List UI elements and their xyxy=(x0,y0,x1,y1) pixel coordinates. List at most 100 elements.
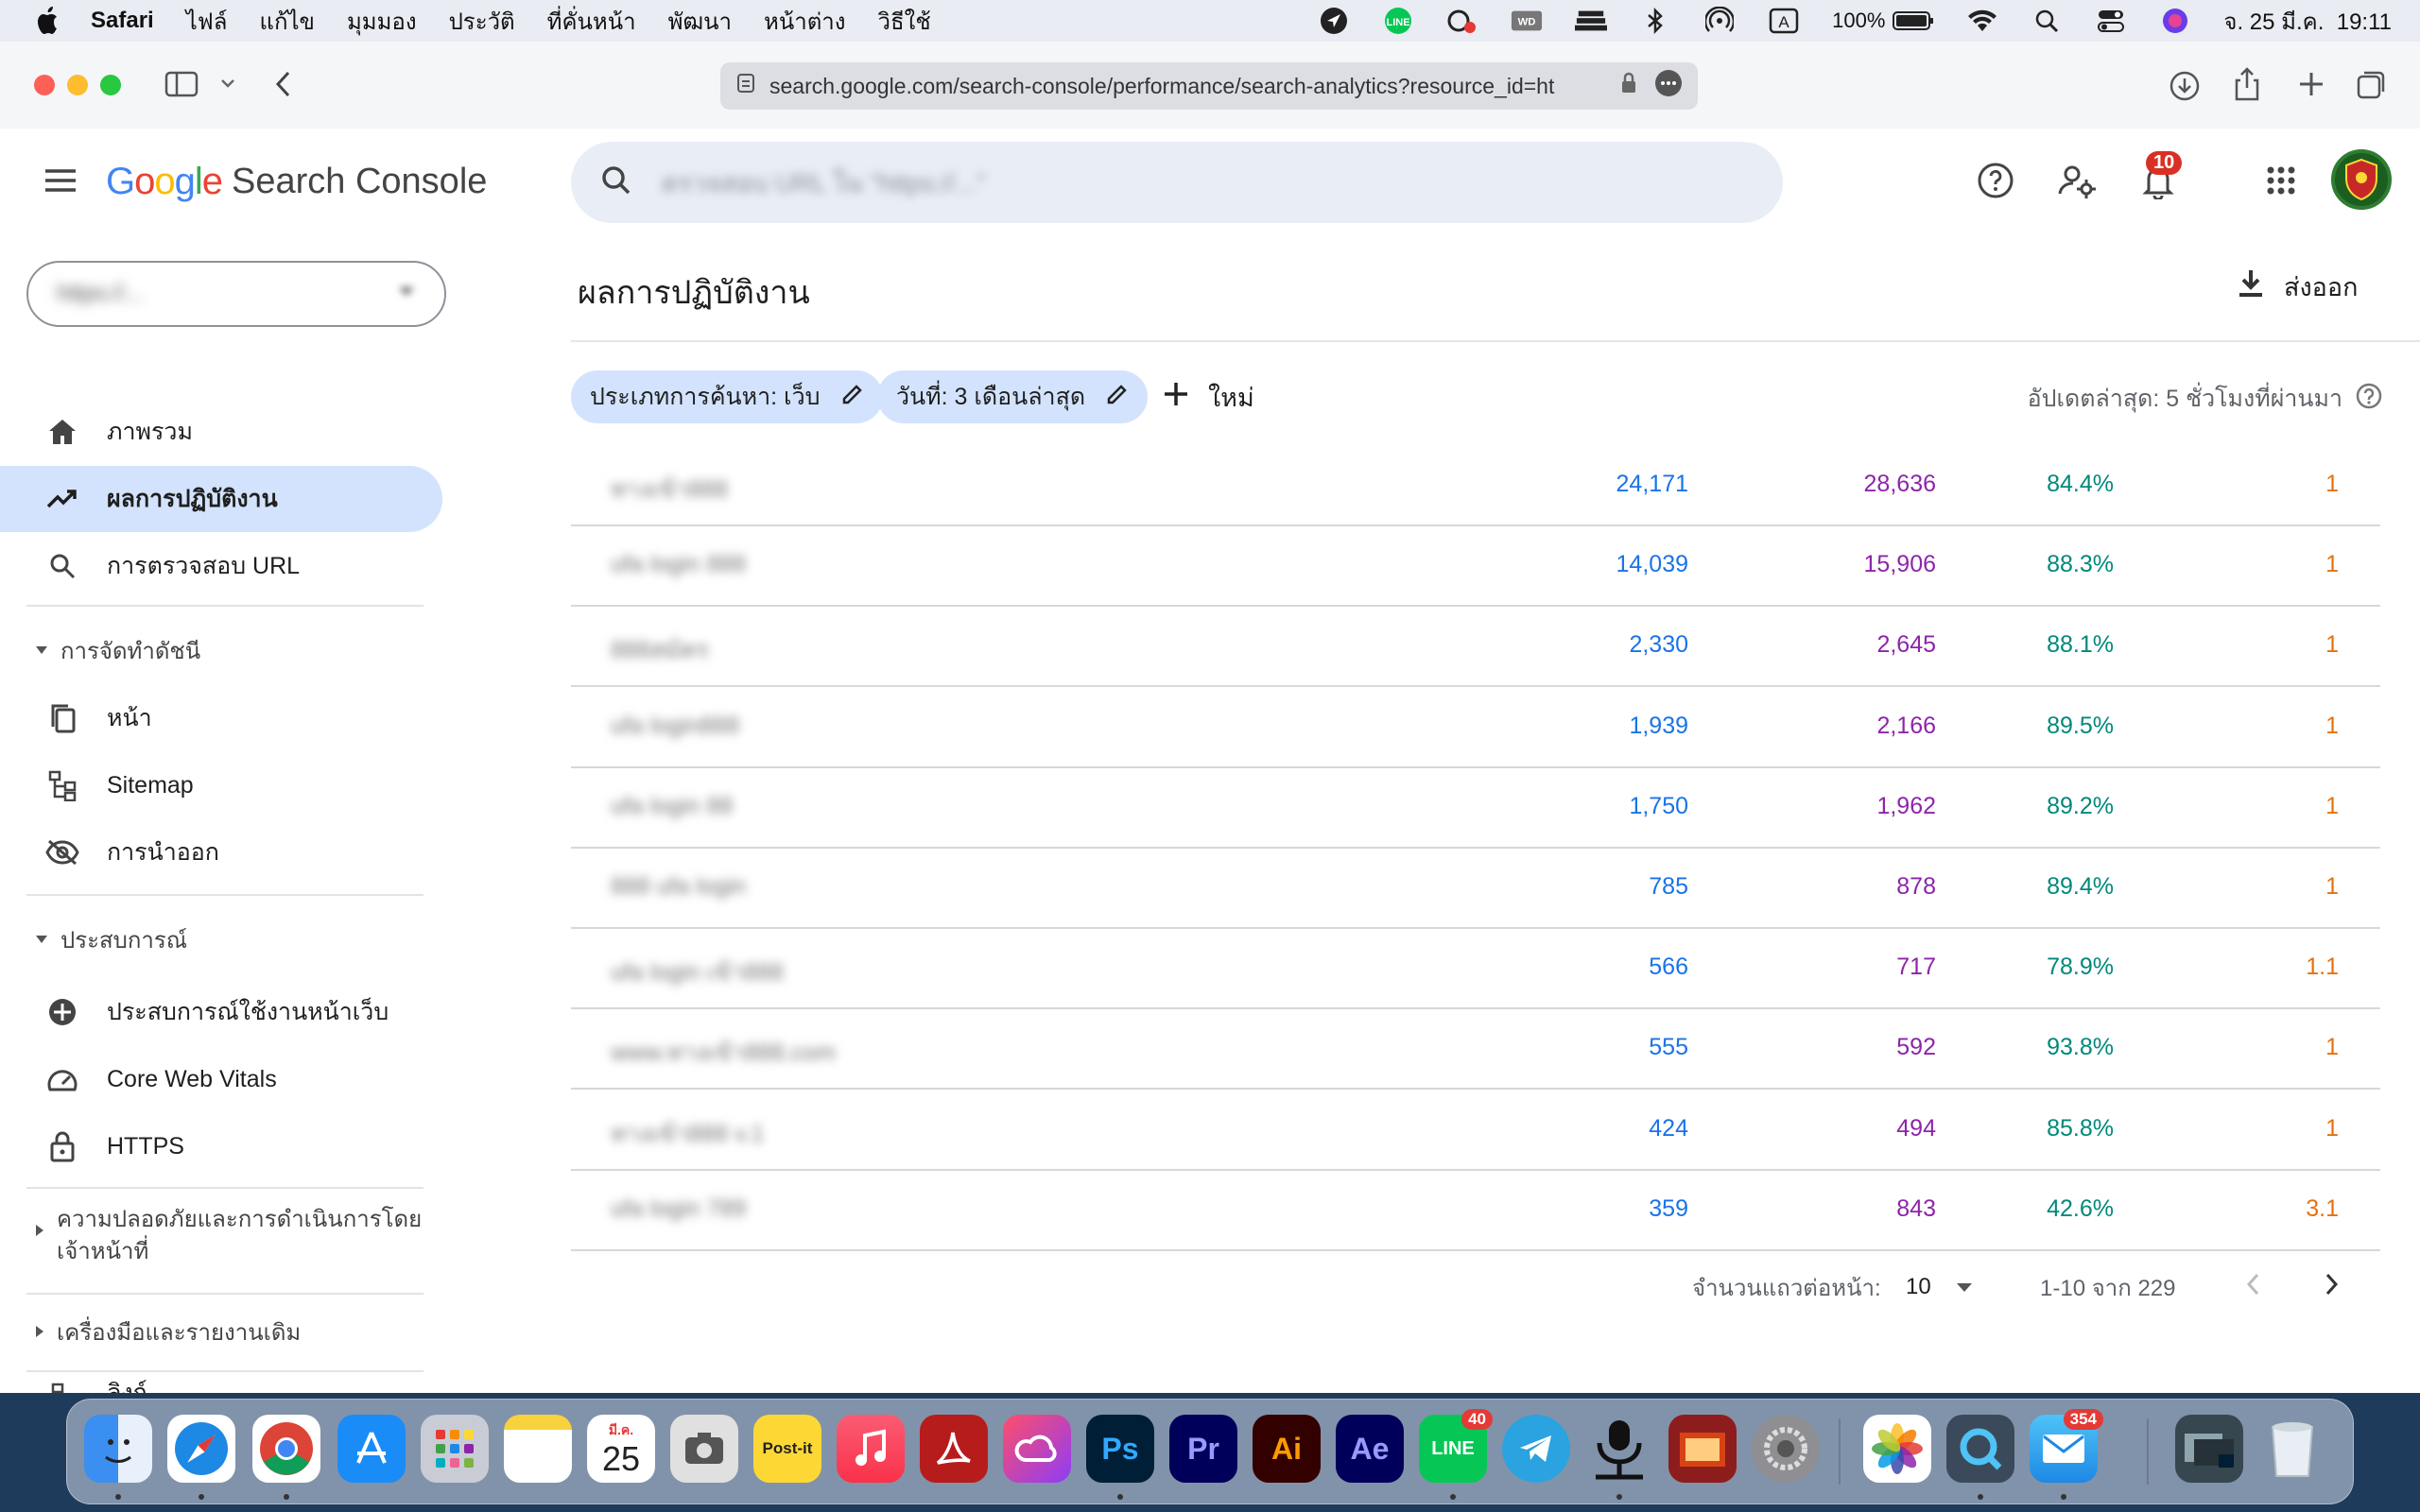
dock-app-store-icon[interactable] xyxy=(337,1415,406,1483)
sidebar-section-experience[interactable]: ประสบการณ์ xyxy=(34,894,187,985)
sidebar-section-indexing[interactable]: การจัดทำดัชนี xyxy=(34,605,200,696)
menu-edit[interactable]: แก้ไข xyxy=(259,3,314,40)
table-row[interactable]: ทางเข้า888 24,171 28,636 1 84.4% xyxy=(571,446,2380,526)
sidebar-toggle-icon[interactable] xyxy=(164,70,199,103)
previous-page-icon[interactable] xyxy=(2244,1271,2263,1304)
table-row[interactable]: ufa login 88 1,750 1,962 1 89.2% xyxy=(571,768,2380,849)
menubar-datetime[interactable]: จ. 25 มี.ค. 19:11 xyxy=(2223,3,2392,40)
rows-per-page-select[interactable]: 10 xyxy=(1906,1274,1973,1300)
sidebar-item-links[interactable]: ลิงก์ xyxy=(0,1378,444,1393)
dock-launchpad-icon[interactable] xyxy=(421,1415,489,1483)
sidebar-item-overview[interactable]: ภาพรวม xyxy=(0,399,444,465)
menu-window[interactable]: หน้าต่าง xyxy=(764,3,845,40)
menu-view[interactable]: มุมมอง xyxy=(347,3,417,40)
settings-users-icon[interactable] xyxy=(2053,157,2100,204)
dock-photo-booth-icon[interactable] xyxy=(1668,1415,1737,1483)
tab-overview-icon[interactable] xyxy=(2356,68,2388,105)
dock-post-it-icon[interactable]: Post-it xyxy=(753,1415,821,1483)
dock-finder-icon[interactable] xyxy=(84,1415,152,1483)
dock-premiere-icon[interactable]: Pr xyxy=(1169,1415,1237,1483)
help-outline-icon[interactable] xyxy=(2356,383,2382,416)
creative-cloud-status-icon[interactable] xyxy=(1446,7,1478,35)
table-row[interactable]: ทางเข้า888 v.1 424 494 1 85.8% xyxy=(571,1091,2380,1171)
sidebar-item-removals[interactable]: การนำออก xyxy=(0,819,444,885)
back-arrow-icon[interactable] xyxy=(272,68,295,105)
dock-creative-cloud-icon[interactable] xyxy=(1003,1415,1071,1483)
sidebar-item-https[interactable]: HTTPS xyxy=(0,1113,444,1179)
downloads-icon[interactable] xyxy=(2169,70,2201,107)
battery-indicator[interactable]: 100% xyxy=(1832,9,1934,33)
dock-music-icon[interactable] xyxy=(837,1415,905,1483)
filter-chip-date[interactable]: วันที่: 3 เดือนล่าสุด xyxy=(877,370,1149,423)
table-row[interactable]: ufa login 888 14,039 15,906 1 88.3% xyxy=(571,526,2380,608)
dock-photos-icon[interactable] xyxy=(1863,1415,1931,1483)
input-source-icon[interactable]: A xyxy=(1768,7,1800,35)
airdrop-icon[interactable] xyxy=(1703,7,1736,35)
location-arrow-icon[interactable] xyxy=(1318,7,1350,35)
dock-system-settings-icon[interactable] xyxy=(1752,1415,1820,1483)
apple-menu-icon[interactable] xyxy=(34,5,62,37)
table-row[interactable]: ufa login 789 359 843 3.1 42.6% xyxy=(571,1171,2380,1251)
apps-grid-icon[interactable] xyxy=(2257,157,2305,204)
control-center-icon[interactable] xyxy=(2095,7,2127,35)
dock-after-effects-icon[interactable]: Ae xyxy=(1336,1415,1404,1483)
dock-downloads-stack-icon[interactable] xyxy=(2175,1415,2243,1483)
site-settings-icon[interactable] xyxy=(735,71,756,101)
sidebar-section-security[interactable]: ความปลอดภัยและการดำเนินการโดย เจ้าหน้าที… xyxy=(34,1204,422,1268)
siri-icon[interactable] xyxy=(2159,7,2191,35)
window-minimize-button[interactable] xyxy=(67,75,88,95)
sidebar-item-sitemap[interactable]: Sitemap xyxy=(0,752,444,818)
new-tab-icon[interactable] xyxy=(2297,70,2325,103)
table-row[interactable]: 888 ufa login 785 878 1 89.4% xyxy=(571,849,2380,929)
dock-line-icon[interactable]: LINE 40 xyxy=(1419,1409,1493,1483)
dock-screenshot-icon[interactable] xyxy=(670,1415,738,1483)
window-zoom-button[interactable] xyxy=(100,75,121,95)
sidebar-item-url-inspection[interactable]: การตรวจสอบ URL xyxy=(0,533,444,599)
dock-telegram-icon[interactable] xyxy=(1502,1415,1570,1483)
page-menu-icon[interactable] xyxy=(1654,69,1683,103)
table-row[interactable]: 888สมัคร 2,330 2,645 1 88.1% xyxy=(571,607,2380,688)
window-close-button[interactable] xyxy=(34,75,55,95)
chevron-down-icon[interactable] xyxy=(219,74,236,97)
menu-file[interactable]: ไฟล์ xyxy=(186,3,228,40)
line-status-icon[interactable]: LINE xyxy=(1382,7,1414,35)
dock-chrome-icon[interactable] xyxy=(252,1415,320,1483)
table-row[interactable]: www.ทางเข้า888.com 555 592 1 93.8% xyxy=(571,1009,2380,1091)
menu-bookmarks[interactable]: ที่คั่นหน้า xyxy=(547,3,636,40)
dock-quicktime-icon[interactable] xyxy=(1946,1415,2014,1483)
product-logo[interactable]: Google Search Console xyxy=(106,161,487,203)
export-button[interactable]: ส่งออก xyxy=(2237,266,2358,307)
dock-notes-icon[interactable] xyxy=(504,1415,572,1483)
menu-develop[interactable]: พัฒนา xyxy=(668,3,732,40)
sidebar-item-performance[interactable]: ผลการปฏิบัติงาน xyxy=(0,466,442,532)
url-inspect-search-bar[interactable]: ตรวจสอบ URL ใน "https://..." xyxy=(571,142,1783,223)
address-bar[interactable]: search.google.com/search-console/perform… xyxy=(720,62,1698,110)
wifi-icon[interactable] xyxy=(1966,7,1998,35)
menu-app-safari[interactable]: Safari xyxy=(91,8,154,34)
bluetooth-icon[interactable] xyxy=(1639,7,1671,35)
dock-safari-icon[interactable] xyxy=(167,1415,235,1483)
dock-photoshop-icon[interactable]: Ps xyxy=(1086,1415,1154,1483)
dock-acrobat-icon[interactable] xyxy=(920,1415,988,1483)
sidebar-item-pages[interactable]: หน้า xyxy=(0,685,444,751)
menu-history[interactable]: ประวัติ xyxy=(449,3,515,40)
filter-chip-search-type[interactable]: ประเภทการค้นหา: เว็บ xyxy=(571,370,883,423)
account-avatar[interactable] xyxy=(2331,149,2392,210)
sidebar-section-legacy[interactable]: เครื่องมือและรายงานเดิม xyxy=(34,1293,301,1370)
dock-voice-app-icon[interactable] xyxy=(1585,1415,1653,1483)
dock-calendar-icon[interactable]: มี.ค. 25 xyxy=(587,1415,655,1483)
property-selector[interactable]: https://... xyxy=(26,261,446,327)
dock-mail-icon[interactable]: 354 xyxy=(2030,1409,2103,1483)
new-filter-button[interactable]: ใหม่ xyxy=(1163,370,1254,423)
spotlight-search-icon[interactable] xyxy=(2031,7,2063,35)
table-row[interactable]: ufa login888 1,939 2,166 1 89.5% xyxy=(571,688,2380,768)
help-icon[interactable] xyxy=(1972,157,2019,204)
menu-help[interactable]: วิธีใช้ xyxy=(878,3,931,40)
sidebar-item-core-web-vitals[interactable]: Core Web Vitals xyxy=(0,1046,444,1112)
next-page-icon[interactable] xyxy=(2322,1271,2341,1304)
wd-drive-icon[interactable]: WD xyxy=(1511,7,1543,35)
share-icon[interactable] xyxy=(2233,66,2261,107)
dock-trash-icon[interactable] xyxy=(2258,1415,2326,1483)
sidebar-item-page-experience[interactable]: ประสบการณ์ใช้งานหน้าเว็บ xyxy=(0,979,444,1045)
table-row[interactable]: ufa login เข้า888 566 717 1.1 78.9% xyxy=(571,929,2380,1010)
